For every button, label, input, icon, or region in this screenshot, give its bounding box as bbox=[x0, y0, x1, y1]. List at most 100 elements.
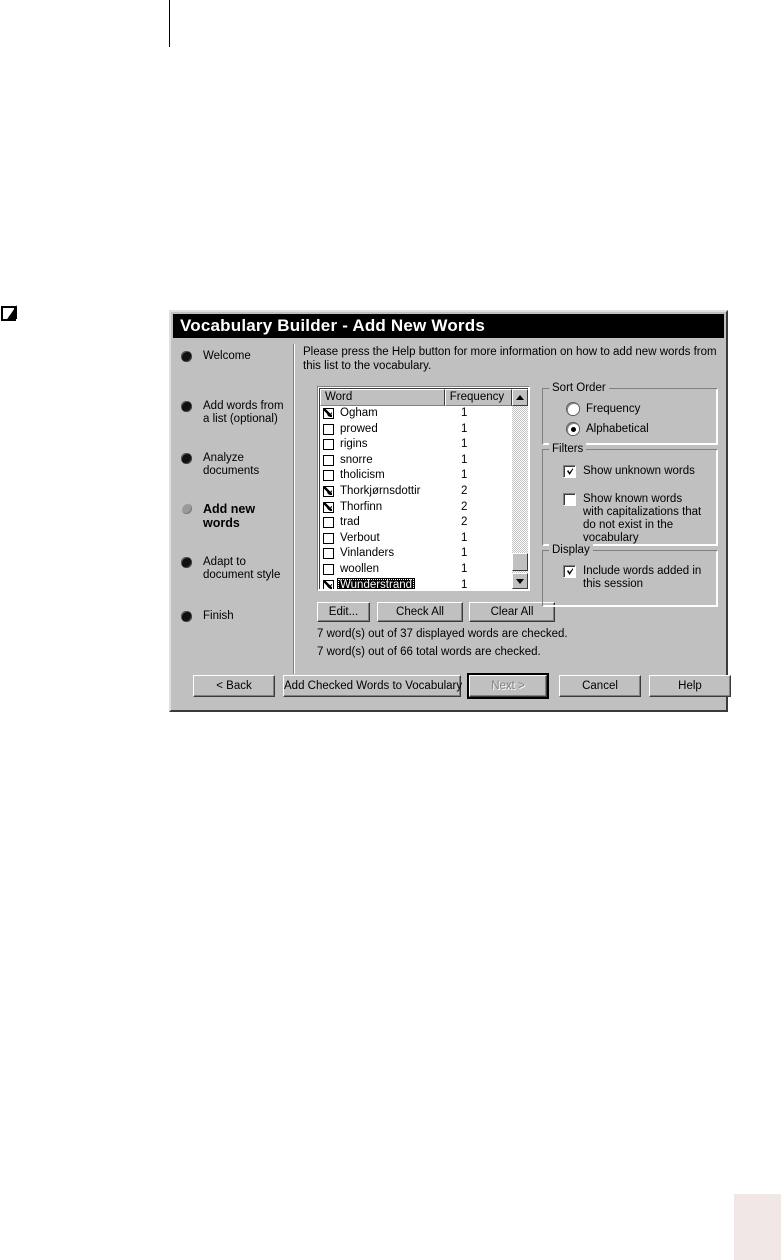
instruction-text: Please press the Help button for more in… bbox=[303, 346, 717, 372]
next-button: Next > bbox=[467, 673, 549, 699]
table-row[interactable]: tholicism 1 bbox=[320, 468, 512, 484]
table-row[interactable]: Vinlanders 1 bbox=[320, 546, 512, 562]
row-checkbox-icon[interactable] bbox=[323, 470, 334, 482]
row-word: trad bbox=[340, 516, 360, 529]
row-frequency: 1 bbox=[461, 438, 468, 451]
row-checkbox-icon[interactable] bbox=[323, 501, 334, 513]
row-frequency: 1 bbox=[461, 407, 468, 419]
word-list-rows: Ogham 1 prowed 1 rigins 1 snorre 1 tholi… bbox=[320, 406, 512, 589]
step-bullet-icon bbox=[181, 611, 192, 622]
step-bullet-icon-current bbox=[181, 503, 192, 514]
radio-sort-alphabetical[interactable]: Alphabetical bbox=[567, 423, 649, 436]
step-bullet-icon bbox=[181, 401, 192, 412]
wizard-step-add-new-words: Add new words bbox=[179, 502, 291, 530]
step-label: Add words from a list (optional) bbox=[203, 400, 284, 425]
radio-icon-selected bbox=[567, 423, 579, 435]
row-checkbox-icon[interactable] bbox=[323, 485, 334, 497]
table-row[interactable]: Verbout 1 bbox=[320, 531, 512, 547]
step-label: Welcome bbox=[203, 350, 251, 362]
scroll-down-button[interactable] bbox=[512, 573, 528, 589]
status-total-count: 7 word(s) out of 66 total words are chec… bbox=[317, 646, 541, 658]
row-checkbox-icon[interactable] bbox=[323, 454, 334, 466]
dialog-title: Vocabulary Builder - Add New Words bbox=[180, 316, 485, 335]
radio-sort-frequency[interactable]: Frequency bbox=[567, 403, 640, 416]
wizard-step-finish: Finish bbox=[179, 610, 291, 623]
display-group: Display Include words added in this sess… bbox=[542, 544, 718, 607]
table-row[interactable]: trad 2 bbox=[320, 515, 512, 531]
row-frequency: 2 bbox=[461, 484, 468, 497]
checkbox-icon-checked bbox=[563, 565, 576, 578]
row-frequency: 1 bbox=[461, 531, 468, 544]
table-row[interactable]: Thorfinn 2 bbox=[320, 500, 512, 516]
row-word: prowed bbox=[340, 422, 378, 435]
table-row[interactable]: Ogham 1 bbox=[320, 406, 512, 422]
scrollbar-thumb[interactable] bbox=[512, 553, 528, 571]
column-header-word[interactable]: Word bbox=[320, 389, 445, 406]
row-checkbox-icon[interactable] bbox=[323, 532, 334, 544]
checkbox-label: Show known words with capitalizations th… bbox=[583, 493, 702, 544]
row-frequency: 1 bbox=[461, 547, 468, 560]
step-label: Analyze documents bbox=[203, 452, 260, 477]
sort-order-group: Sort Order Frequency Alphabetical bbox=[542, 382, 718, 445]
wizard-steps: Welcome Add words from a list (optional)… bbox=[179, 346, 291, 676]
checkbox-show-unknown-words[interactable]: Show unknown words bbox=[563, 465, 695, 478]
table-row-selected[interactable]: Wunderstrand 1 bbox=[320, 577, 512, 589]
row-frequency: 2 bbox=[461, 500, 468, 513]
add-checked-words-button[interactable]: Add Checked Words to Vocabulary bbox=[283, 675, 462, 697]
row-word: Wunderstrand bbox=[337, 577, 416, 589]
row-frequency: 1 bbox=[461, 562, 468, 575]
cancel-button[interactable]: Cancel bbox=[559, 675, 641, 697]
table-row[interactable]: prowed 1 bbox=[320, 422, 512, 438]
table-row[interactable]: woollen 1 bbox=[320, 562, 512, 578]
row-word: tholicism bbox=[340, 469, 385, 482]
row-word: woollen bbox=[340, 562, 379, 575]
radio-icon bbox=[567, 403, 579, 415]
wizard-step-add-words-from-list: Add words from a list (optional) bbox=[179, 400, 291, 426]
step-bullet-icon bbox=[181, 557, 192, 568]
row-word: Thorkjørnsdottir bbox=[340, 484, 421, 497]
radio-label: Frequency bbox=[586, 403, 641, 415]
checkbox-include-words-added-this-session[interactable]: Include words added in this session bbox=[563, 565, 705, 591]
row-frequency: 1 bbox=[461, 422, 468, 435]
display-group-title: Display bbox=[549, 544, 593, 556]
step-label: Finish bbox=[203, 610, 234, 622]
panel-divider bbox=[293, 344, 295, 674]
back-button[interactable]: < Back bbox=[193, 675, 275, 697]
row-word: Verbout bbox=[340, 531, 380, 544]
row-word: Thorfinn bbox=[340, 500, 383, 513]
corner-tinted-block bbox=[734, 1194, 781, 1260]
table-row[interactable]: rigins 1 bbox=[320, 437, 512, 453]
table-row[interactable]: snorre 1 bbox=[320, 453, 512, 469]
check-all-button[interactable]: Check All bbox=[377, 602, 463, 622]
row-checkbox-icon[interactable] bbox=[323, 408, 334, 419]
filters-group: Filters Show unknown words Show known wo… bbox=[542, 443, 718, 546]
word-list[interactable]: Word Frequency Ogham 1 prowed 1 rigins 1… bbox=[317, 386, 530, 591]
row-frequency: 1 bbox=[461, 578, 468, 589]
checkbox-label: Include words added in this session bbox=[583, 565, 702, 590]
row-checkbox-icon[interactable] bbox=[323, 439, 334, 451]
row-checkbox-icon[interactable] bbox=[323, 579, 334, 589]
page-margin-rule bbox=[169, 0, 170, 47]
row-frequency: 1 bbox=[461, 453, 468, 466]
row-checkbox-icon[interactable] bbox=[323, 423, 334, 435]
wizard-step-welcome: Welcome bbox=[179, 350, 291, 363]
row-checkbox-icon[interactable] bbox=[323, 548, 334, 560]
step-label: Add new words bbox=[203, 502, 256, 530]
row-frequency: 2 bbox=[461, 516, 468, 529]
help-button[interactable]: Help bbox=[649, 675, 731, 697]
sort-ascending-icon[interactable] bbox=[512, 389, 528, 406]
step-bullet-icon bbox=[181, 351, 192, 362]
radio-label: Alphabetical bbox=[586, 423, 649, 435]
checkbox-icon bbox=[563, 493, 576, 506]
filters-group-title: Filters bbox=[549, 443, 587, 455]
table-row[interactable]: Thorkjørnsdottir 2 bbox=[320, 484, 512, 500]
edit-button[interactable]: Edit... bbox=[317, 602, 370, 622]
checkbox-show-known-words-capitalizations[interactable]: Show known words with capitalizations th… bbox=[563, 493, 703, 545]
vertical-scrollbar[interactable] bbox=[512, 406, 528, 589]
word-list-header: Word Frequency bbox=[320, 389, 528, 406]
row-word: Ogham bbox=[340, 407, 378, 419]
row-checkbox-icon[interactable] bbox=[323, 563, 334, 575]
column-header-frequency[interactable]: Frequency bbox=[444, 389, 513, 406]
row-word: Vinlanders bbox=[340, 547, 395, 560]
row-checkbox-icon[interactable] bbox=[323, 517, 334, 529]
